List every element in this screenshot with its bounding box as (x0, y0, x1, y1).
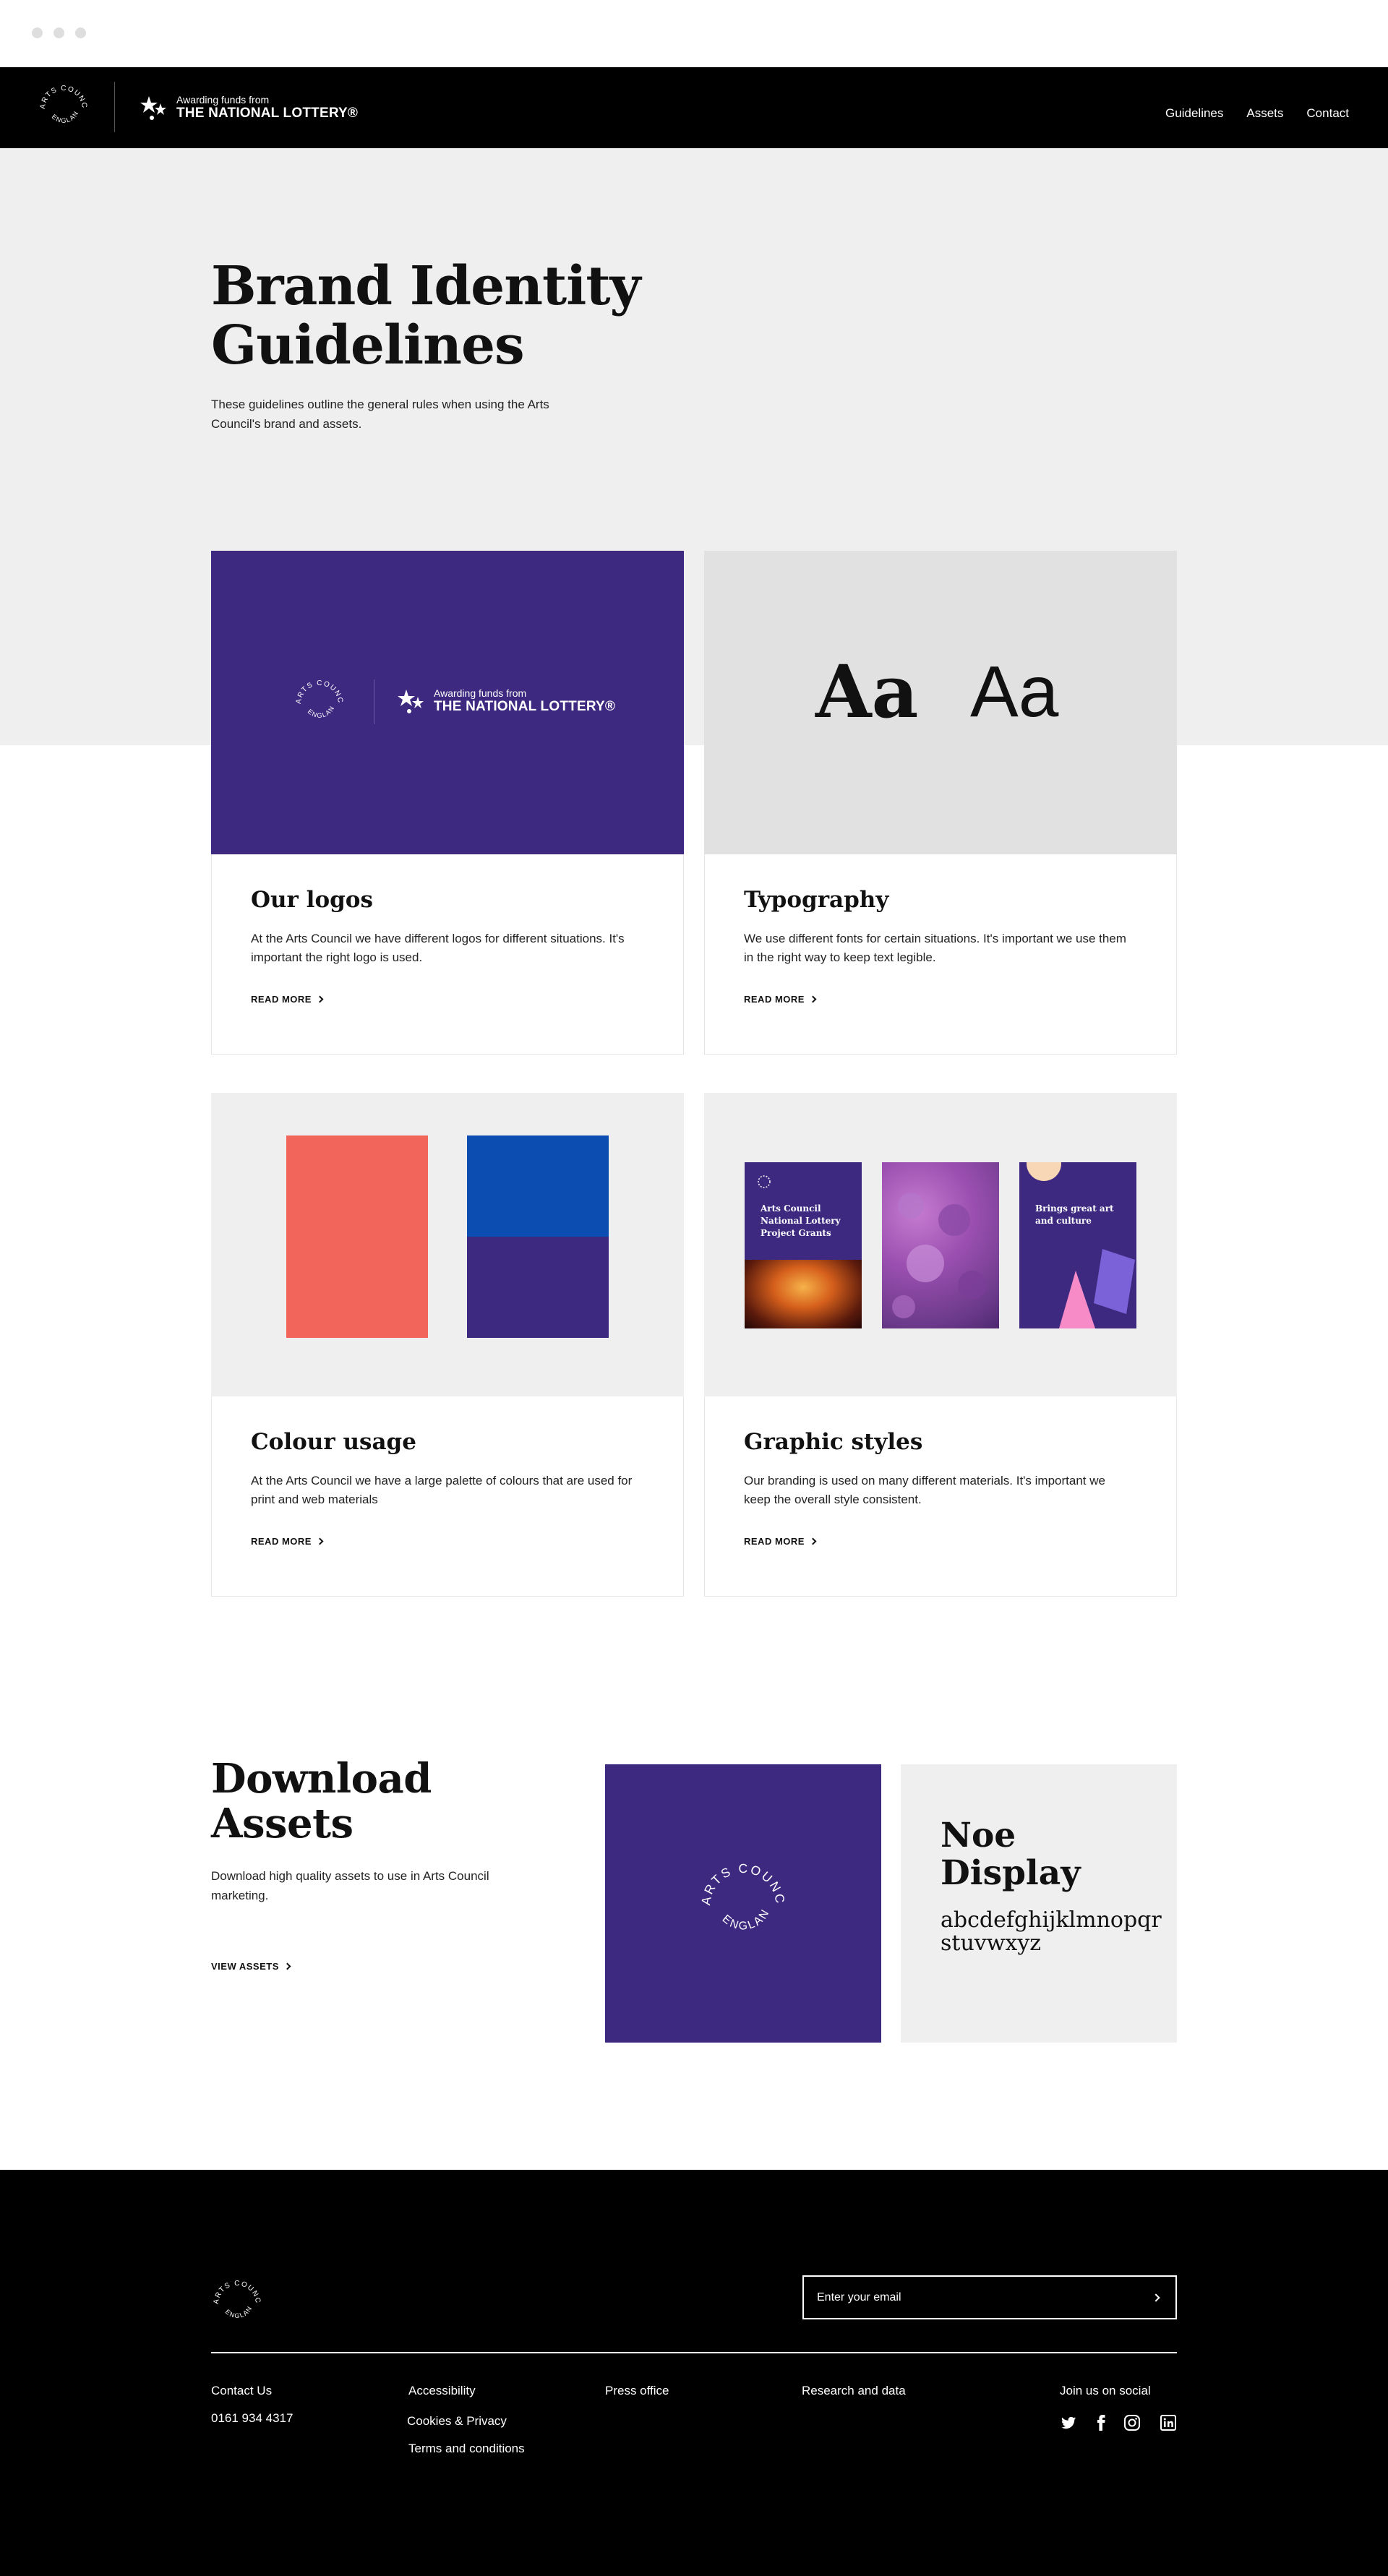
card-title: Typography (744, 887, 889, 913)
arts-council-logo[interactable]: ARTS COUNCIL ENGLAND (208, 2274, 266, 2332)
page-title: Brand Identity Guidelines (211, 257, 645, 375)
view-assets-link[interactable]: VIEW ASSETS (211, 1961, 291, 1972)
window-close-dot[interactable] (32, 27, 43, 38)
twitter-icon[interactable] (1060, 2414, 1077, 2431)
hero-background (0, 148, 1388, 745)
purple-swatch (467, 1237, 609, 1338)
coral-swatch (286, 1135, 428, 1338)
poster-heading: Brings great art and culture (1035, 1203, 1114, 1226)
phone-number[interactable]: 0161 934 4317 (211, 2411, 293, 2426)
card-typography[interactable]: Aa Aa Typography We use different fonts … (704, 551, 1177, 1055)
nav-contact[interactable]: Contact (1306, 106, 1349, 121)
social-label: Join us on social (1060, 2384, 1151, 2397)
cookies-privacy-link[interactable]: Cookies & Privacy (407, 2414, 507, 2429)
chevron-right-icon (1152, 2293, 1160, 2302)
font-sample: abcdefghijklmnopqr stuvwxyz (941, 1907, 1162, 1956)
chevron-right-icon (809, 1537, 817, 1545)
page-title-line2: Guidelines (211, 314, 525, 377)
instagram-icon[interactable] (1123, 2414, 1141, 2431)
footer-divider (211, 2352, 1177, 2353)
font-asset-tile[interactable]: Noe Display abcdefghijklmnopqr stuvwxyz (901, 1764, 1177, 2043)
arts-council-logo: ARTS COUNCIL ENGLAND (291, 674, 344, 719)
download-description: Download high quality assets to use in A… (211, 1869, 489, 1902)
card-description: At the Arts Council we have a large pale… (251, 1474, 633, 1506)
window-minimize-dot[interactable] (53, 27, 64, 38)
contact-us-link[interactable]: Contact Us (211, 2384, 272, 2398)
logos-preview: ARTS COUNCIL ENGLAND Awarding funds from… (211, 551, 684, 854)
linkedin-icon[interactable] (1160, 2414, 1177, 2431)
lottery-tagline: Awarding funds from (176, 94, 270, 106)
accessibility-link[interactable]: Accessibility (408, 2384, 476, 2398)
chevron-right-icon (283, 1962, 291, 1970)
poster-heading: Arts Council National Lottery Project Gr… (761, 1203, 841, 1238)
national-lottery-logo: Awarding funds from THE NATIONAL LOTTERY… (398, 685, 615, 717)
colour-preview (211, 1093, 684, 1396)
card-description: Our branding is used on many different m… (744, 1474, 1105, 1506)
email-input[interactable] (817, 2288, 1121, 2307)
sans-sample: Aa (970, 651, 1059, 732)
nav-assets[interactable]: Assets (1246, 106, 1283, 121)
main-nav: Guidelines Assets Contact (1165, 106, 1349, 121)
arts-council-logo: ARTS COUNCIL ENGLAND (693, 1852, 788, 1933)
logo-asset-tile[interactable]: ARTS COUNCIL ENGLAND (605, 1764, 881, 2043)
svg-text:ARTS COUNCIL: ARTS COUNCIL (208, 2274, 262, 2305)
card-title: Graphic styles (744, 1429, 923, 1455)
poster-grants: Arts Council National Lottery Project Gr… (745, 1162, 862, 1328)
download-title: Download Assets (211, 1755, 432, 1847)
facebook-icon[interactable] (1092, 2414, 1110, 2431)
page-title-line1: Brand Identity (211, 255, 641, 317)
font-name: Noe Display (941, 1816, 1081, 1893)
svg-text:ARTS COUNCIL: ARTS COUNCIL (35, 79, 88, 110)
serif-sample: Aa (815, 649, 919, 734)
arts-council-logo[interactable]: ARTS COUNCIL ENGLAND (35, 79, 93, 137)
read-more-link[interactable]: READ MORE (251, 994, 324, 1005)
card-colour-usage[interactable]: Colour usage At the Arts Council we have… (211, 1093, 684, 1597)
nav-guidelines[interactable]: Guidelines (1165, 106, 1223, 121)
card-graphic-styles[interactable]: Arts Council National Lottery Project Gr… (704, 1093, 1177, 1597)
page-subtitle: These guidelines outline the general rul… (211, 398, 549, 431)
lottery-crossed-fingers-icon (140, 96, 166, 120)
poster-shapes (1059, 1249, 1135, 1328)
newsletter-form (802, 2275, 1177, 2319)
read-more-link[interactable]: READ MORE (744, 1536, 817, 1547)
card-our-logos[interactable]: ARTS COUNCIL ENGLAND Awarding funds from… (211, 551, 684, 1055)
chevron-right-icon (316, 1537, 324, 1545)
logo-divider (114, 82, 115, 132)
poster-circle-shape (1027, 1162, 1061, 1181)
card-description: At the Arts Council we have different lo… (251, 932, 625, 964)
site-footer: ARTS COUNCIL ENGLAND Contact Us 0161 934… (0, 2170, 1388, 2576)
typography-preview: Aa Aa (704, 551, 1177, 854)
card-title: Colour usage (251, 1429, 416, 1455)
poster-photo-duotone (882, 1162, 999, 1328)
read-more-link[interactable]: READ MORE (251, 1536, 324, 1547)
card-description: We use different fonts for certain situa… (744, 932, 1126, 964)
crowd-illustration (892, 1193, 987, 1318)
research-data-link[interactable]: Research and data (802, 2384, 906, 2398)
browser-chrome (0, 0, 1388, 67)
card-title: Our logos (251, 887, 373, 913)
svg-text:ARTS COUNCIL: ARTS COUNCIL (693, 1852, 788, 1906)
blue-swatch (467, 1135, 609, 1237)
svg-text:ARTS COUNCIL: ARTS COUNCIL (291, 674, 344, 705)
chevron-right-icon (316, 995, 324, 1003)
terms-link[interactable]: Terms and conditions (408, 2442, 525, 2456)
arts-council-mark-icon (758, 1175, 771, 1188)
graphic-styles-preview: Arts Council National Lottery Project Gr… (704, 1093, 1177, 1396)
read-more-link[interactable]: READ MORE (744, 994, 817, 1005)
poster-culture: Brings great art and culture (1019, 1162, 1136, 1328)
email-submit-button[interactable] (1148, 2290, 1164, 2306)
national-lottery-logo[interactable]: Awarding funds from THE NATIONAL LOTTERY… (140, 92, 358, 124)
chevron-right-icon (809, 995, 817, 1003)
site-header: ARTS COUNCIL ENGLAND Awarding funds from… (0, 67, 1388, 148)
lottery-name: THE NATIONAL LOTTERY® (176, 106, 359, 121)
window-maximize-dot[interactable] (75, 27, 86, 38)
press-office-link[interactable]: Press office (605, 2384, 669, 2398)
lottery-crossed-fingers-icon (398, 690, 424, 713)
poster-photo (745, 1260, 862, 1328)
